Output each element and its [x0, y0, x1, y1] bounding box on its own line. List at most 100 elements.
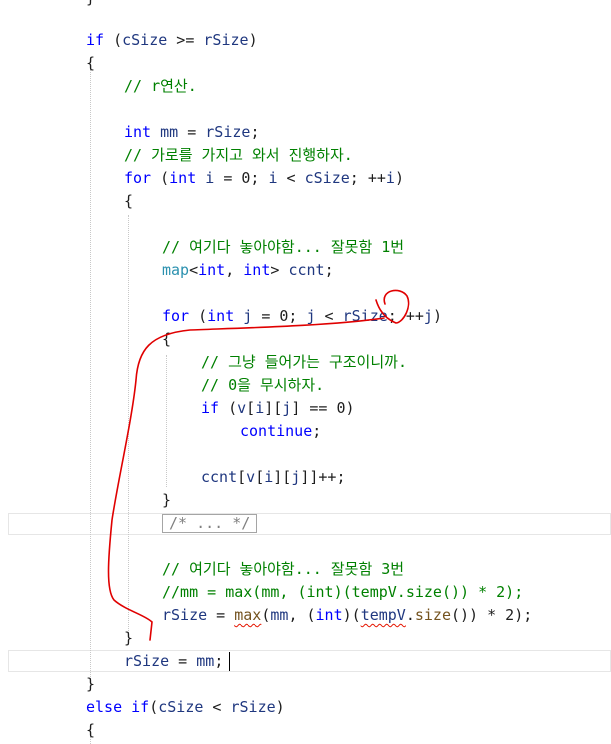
code-token: v — [246, 468, 256, 486]
code-token: i — [385, 169, 395, 187]
code-token: for — [124, 169, 152, 187]
current-line-highlight — [8, 650, 611, 672]
code-line[interactable]: } — [86, 0, 95, 10]
code-token: for — [162, 307, 190, 325]
code-line[interactable]: } — [124, 627, 133, 650]
code-token: ][ — [264, 399, 283, 417]
code-line[interactable]: //mm = max(mm, (int)(tempV.size()) * 2); — [162, 581, 523, 604]
indent-guide — [166, 355, 167, 487]
code-token: i — [264, 468, 274, 486]
code-token: int — [124, 123, 152, 141]
code-line[interactable]: // 0을 무시하자. — [201, 374, 324, 397]
code-token: >= — [167, 31, 204, 49]
code-editor[interactable]: }if (cSize >= rSize){// r연산.int mm = rSi… — [0, 0, 611, 744]
code-token: mm — [196, 652, 215, 670]
code-token: ] == 0) — [291, 399, 355, 417]
folded-region-button[interactable]: /* ... */ — [162, 514, 258, 533]
code-token: ) — [275, 698, 285, 716]
code-token: ()) * 2); — [451, 606, 533, 624]
code-token: // 0을 무시하자. — [201, 376, 325, 394]
code-token: continue — [240, 422, 313, 440]
code-line[interactable]: } — [162, 489, 171, 512]
code-line[interactable]: map<int, int> ccnt; — [162, 259, 334, 282]
code-line[interactable]: { — [124, 190, 133, 213]
code-line[interactable]: { — [162, 328, 171, 351]
code-token: // 여기다 놓아야함... 잘못함 1번 — [162, 238, 405, 256]
indent-guide — [90, 65, 91, 685]
code-token: //mm = max(mm, (int)(tempV.size()) * 2); — [162, 583, 524, 601]
code-line[interactable]: else if(cSize < rSize) — [86, 696, 285, 719]
code-token: j — [306, 307, 316, 325]
code-token: mm — [270, 606, 289, 624]
code-token: } — [124, 629, 134, 647]
code-line[interactable]: for (int i = 0; i < cSize; ++i) — [124, 167, 404, 190]
code-token: int — [243, 261, 271, 279]
code-token: // 그냥 들어가는 구조이니까. — [201, 353, 407, 371]
code-token: i — [205, 169, 215, 187]
code-token: ]]++; — [300, 468, 346, 486]
code-token: int — [315, 606, 343, 624]
code-token: int — [198, 261, 226, 279]
code-token: ) — [432, 307, 442, 325]
code-token: ( — [149, 698, 159, 716]
code-line[interactable]: if (cSize >= rSize) — [86, 29, 258, 52]
code-token: < — [189, 261, 199, 279]
code-line[interactable]: // 여기다 놓아야함... 잘못함 1번 — [162, 236, 404, 259]
code-token: ; — [312, 422, 322, 440]
code-line[interactable]: ccnt[v[i][j]]++; — [201, 466, 346, 489]
code-token: [ — [246, 399, 256, 417]
code-line[interactable]: } — [86, 673, 95, 696]
code-token: > — [270, 261, 289, 279]
code-token: if — [86, 31, 105, 49]
code-token: // r연산. — [124, 77, 197, 95]
code-token: = — [169, 652, 197, 670]
code-token: rSize — [203, 31, 249, 49]
code-line[interactable]: { — [86, 719, 95, 742]
code-line[interactable]: rSize = mm; — [124, 650, 223, 673]
code-token: [ — [255, 468, 265, 486]
code-token: )( — [342, 606, 361, 624]
code-token: int — [207, 307, 235, 325]
code-line[interactable]: // 가로를 가지고 와서 진행하자. — [124, 144, 353, 167]
code-token: ][ — [273, 468, 292, 486]
code-token: } — [162, 491, 172, 509]
code-token: < — [315, 307, 343, 325]
code-token: < — [277, 169, 305, 187]
code-line[interactable]: // 그냥 들어가는 구조이니까. — [201, 351, 407, 374]
code-token: ; — [214, 652, 224, 670]
code-token: // 가로를 가지고 와서 진행하자. — [124, 146, 353, 164]
code-token: mm — [160, 123, 179, 141]
code-line[interactable]: int mm = rSize; — [124, 121, 259, 144]
code-token: rSize — [342, 307, 388, 325]
code-token: cSize — [158, 698, 204, 716]
code-token: { — [86, 54, 96, 72]
code-token: } — [86, 675, 96, 693]
code-line[interactable]: { — [86, 52, 95, 75]
code-token: ; — [324, 261, 334, 279]
code-token: { — [86, 721, 96, 739]
code-token: } — [86, 0, 95, 7]
code-token: v — [237, 399, 247, 417]
code-token: ; — [250, 123, 260, 141]
code-token: , ( — [288, 606, 316, 624]
code-token: { — [124, 192, 134, 210]
hover-line-highlight — [8, 513, 611, 535]
code-token: map — [162, 261, 190, 279]
indent-guide — [128, 215, 129, 635]
code-token: ( — [104, 31, 123, 49]
code-line[interactable]: continue; — [240, 420, 321, 443]
code-line[interactable]: // r연산. — [124, 75, 197, 98]
code-token: // 여기다 놓아야함... 잘못함 3번 — [162, 560, 405, 578]
code-token: if — [201, 399, 220, 417]
code-token: = 0; — [214, 169, 269, 187]
code-token: < — [203, 698, 231, 716]
code-line[interactable]: rSize = max(mm, (int)(tempV.size()) * 2)… — [162, 604, 532, 627]
text-cursor — [229, 652, 230, 671]
code-token: tempV — [360, 606, 406, 624]
code-line[interactable]: for (int j = 0; j < rSize; ++j) — [162, 305, 442, 328]
code-line[interactable]: // 여기다 놓아야함... 잘못함 3번 — [162, 558, 404, 581]
code-token: i — [255, 399, 265, 417]
code-line[interactable]: if (v[i][j] == 0) — [201, 397, 355, 420]
